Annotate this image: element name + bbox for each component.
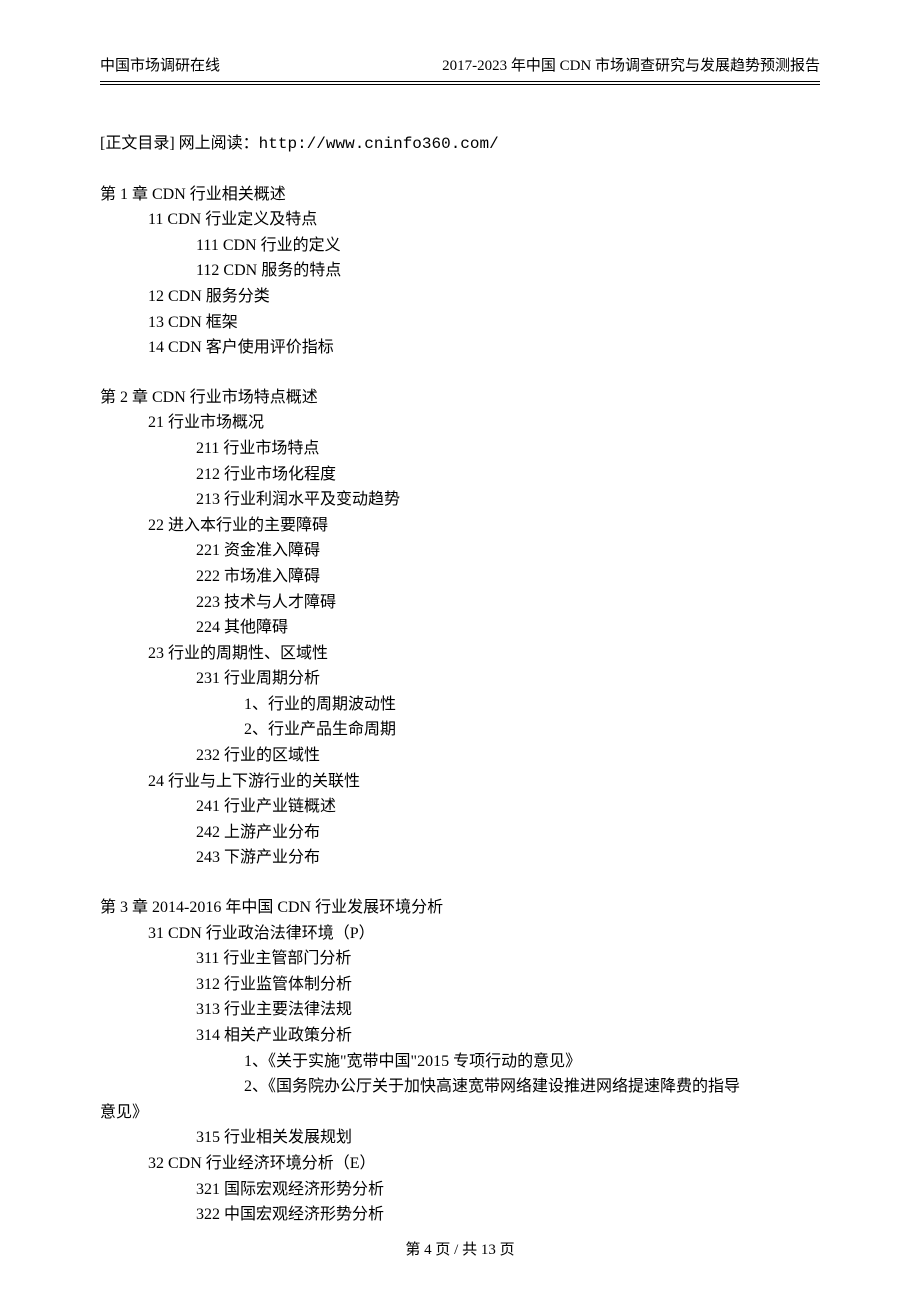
header-left: 中国市场调研在线 (100, 54, 220, 78)
toc-container: 第 1 章 CDN 行业相关概述11 CDN 行业定义及特点111 CDN 行业… (100, 182, 820, 1228)
toc-chapter-title: 第 2 章 CDN 行业市场特点概述 (100, 385, 820, 411)
intro-line: [正文目录] 网上阅读：http://www.cninfo360.com/ (100, 131, 820, 158)
toc-entry: 223 技术与人才障碍 (196, 590, 820, 616)
footer-prefix: 第 (405, 1242, 424, 1258)
toc-entry: 315 行业相关发展规划 (196, 1125, 820, 1151)
footer-current-page: 4 (424, 1242, 432, 1258)
toc-entry: 32 CDN 行业经济环境分析（E） (148, 1151, 820, 1177)
footer-mid: 页 / 共 (432, 1242, 481, 1258)
toc-entry: 112 CDN 服务的特点 (196, 258, 820, 284)
toc-entry: 24 行业与上下游行业的关联性 (148, 769, 820, 795)
toc-entry: 231 行业周期分析 (196, 666, 820, 692)
toc-entry: 14 CDN 客户使用评价指标 (148, 335, 820, 361)
toc-entry: 22 进入本行业的主要障碍 (148, 513, 820, 539)
toc-entry: 321 国际宏观经济形势分析 (196, 1177, 820, 1203)
intro-label: [正文目录] 网上阅读： (100, 135, 259, 152)
header-right: 2017-2023 年中国 CDN 市场调查研究与发展趋势预测报告 (442, 54, 820, 78)
toc-entry: 1、行业的周期波动性 (244, 692, 820, 718)
toc-entry: 23 行业的周期性、区域性 (148, 641, 820, 667)
toc-entry: 222 市场准入障碍 (196, 564, 820, 590)
toc-entry: 11 CDN 行业定义及特点 (148, 207, 820, 233)
header-rule-thick (100, 81, 820, 82)
toc-chapter: 第 1 章 CDN 行业相关概述11 CDN 行业定义及特点111 CDN 行业… (100, 182, 820, 361)
toc-chapter: 第 2 章 CDN 行业市场特点概述21 行业市场概况211 行业市场特点212… (100, 385, 820, 871)
toc-entry: 2、《国务院办公厅关于加快高速宽带网络建设推进网络提速降费的指导 (244, 1074, 820, 1100)
toc-entry: 311 行业主管部门分析 (196, 946, 820, 972)
toc-entry: 232 行业的区域性 (196, 743, 820, 769)
toc-entry: 31 CDN 行业政治法律环境（P） (148, 921, 820, 947)
toc-entry: 13 CDN 框架 (148, 310, 820, 336)
toc-entry: 213 行业利润水平及变动趋势 (196, 487, 820, 513)
toc-entry: 2、行业产品生命周期 (244, 717, 820, 743)
page-header: 中国市场调研在线 2017-2023 年中国 CDN 市场调查研究与发展趋势预测… (100, 54, 820, 80)
toc-entry: 241 行业产业链概述 (196, 794, 820, 820)
page: 中国市场调研在线 2017-2023 年中国 CDN 市场调查研究与发展趋势预测… (0, 0, 920, 1302)
toc-entry: 21 行业市场概况 (148, 410, 820, 436)
toc-chapter: 第 3 章 2014-2016 年中国 CDN 行业发展环境分析31 CDN 行… (100, 895, 820, 1228)
toc-entry: 242 上游产业分布 (196, 820, 820, 846)
toc-entry: 224 其他障碍 (196, 615, 820, 641)
footer-total-pages: 13 (481, 1242, 496, 1258)
toc-entry: 12 CDN 服务分类 (148, 284, 820, 310)
toc-entry: 221 资金准入障碍 (196, 538, 820, 564)
header-rule-thin (100, 84, 820, 85)
toc-chapter-title: 第 3 章 2014-2016 年中国 CDN 行业发展环境分析 (100, 895, 820, 921)
toc-entry: 243 下游产业分布 (196, 845, 820, 871)
toc-entry: 意见》 (100, 1100, 820, 1126)
toc-entry: 322 中国宏观经济形势分析 (196, 1202, 820, 1228)
content: [正文目录] 网上阅读：http://www.cninfo360.com/ 第 … (100, 131, 820, 1228)
toc-entry: 314 相关产业政策分析 (196, 1023, 820, 1049)
toc-entry: 111 CDN 行业的定义 (196, 233, 820, 259)
toc-entry: 212 行业市场化程度 (196, 462, 820, 488)
toc-entry: 312 行业监管体制分析 (196, 972, 820, 998)
toc-entry: 313 行业主要法律法规 (196, 997, 820, 1023)
page-footer: 第 4 页 / 共 13 页 (0, 1238, 920, 1262)
toc-entry: 1、《关于实施"宽带中国"2015 专项行动的意见》 (244, 1049, 820, 1075)
toc-entry: 211 行业市场特点 (196, 436, 820, 462)
intro-url[interactable]: http://www.cninfo360.com/ (259, 135, 499, 153)
footer-suffix: 页 (496, 1242, 515, 1258)
toc-chapter-title: 第 1 章 CDN 行业相关概述 (100, 182, 820, 208)
